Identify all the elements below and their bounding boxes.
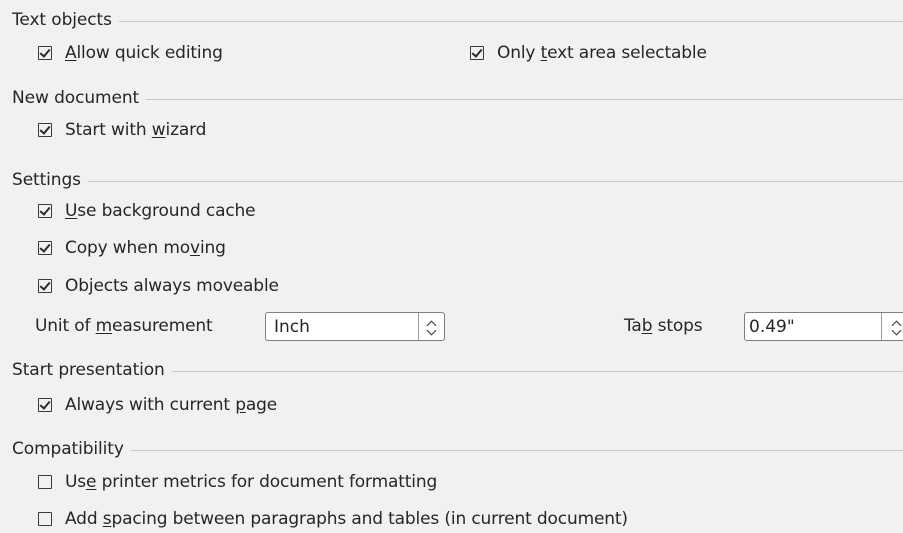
section-title-settings: Settings	[12, 170, 81, 190]
checkbox-unchecked-icon[interactable]	[38, 475, 52, 489]
objects-always-moveable-label: Objects always moveable	[65, 276, 279, 296]
copy-when-moving-label: Copy when moving	[65, 238, 226, 258]
select-toggle-button[interactable]	[418, 313, 444, 340]
use-printer-metrics-label: Use printer metrics for document formatt…	[65, 472, 438, 492]
only-text-area-selectable-checkbox[interactable]: Only text area selectable	[470, 41, 707, 65]
section-divider	[87, 180, 903, 182]
section-title-start-presentation: Start presentation	[12, 360, 165, 380]
add-spacing-checkbox[interactable]: Add spacing between paragraphs and table…	[38, 507, 628, 531]
unit-of-measurement-label: Unit of measurement	[35, 314, 213, 338]
unit-of-measurement-value: Inch	[274, 316, 310, 337]
copy-when-moving-checkbox[interactable]: Copy when moving	[38, 236, 226, 260]
unit-of-measurement-select[interactable]: Inch	[265, 312, 445, 341]
section-divider	[130, 449, 903, 451]
section-settings: Settings	[12, 168, 903, 192]
section-text-objects: Text objects	[12, 8, 903, 32]
section-title-new-document: New document	[12, 88, 140, 108]
section-start-presentation: Start presentation	[12, 358, 903, 382]
section-title-text-objects: Text objects	[12, 10, 112, 30]
add-spacing-label: Add spacing between paragraphs and table…	[65, 509, 628, 529]
tab-stops-label: Tab stops	[624, 314, 703, 338]
only-text-area-selectable-label: Only text area selectable	[497, 43, 707, 63]
always-with-current-page-checkbox[interactable]: Always with current page	[38, 393, 277, 417]
section-divider	[118, 20, 903, 22]
section-divider	[146, 98, 903, 100]
objects-always-moveable-checkbox[interactable]: Objects always moveable	[38, 274, 279, 298]
tab-stops-text: Tab stops	[624, 316, 703, 336]
allow-quick-editing-checkbox[interactable]: Allow quick editing	[38, 41, 223, 65]
use-background-cache-label: Use background cache	[65, 201, 256, 221]
checkbox-checked-icon[interactable]	[38, 123, 52, 137]
unit-of-measurement-text: Unit of measurement	[35, 316, 213, 336]
start-with-wizard-label: Start with wizard	[65, 120, 207, 140]
section-title-compatibility: Compatibility	[12, 439, 124, 459]
section-compatibility: Compatibility	[12, 437, 903, 461]
use-background-cache-checkbox[interactable]: Use background cache	[38, 199, 256, 223]
section-divider	[171, 370, 903, 372]
checkbox-checked-icon[interactable]	[38, 46, 52, 60]
use-printer-metrics-checkbox[interactable]: Use printer metrics for document formatt…	[38, 470, 437, 494]
allow-quick-editing-label: Allow quick editing	[65, 43, 223, 63]
checkbox-checked-icon[interactable]	[38, 398, 52, 412]
checkbox-checked-icon[interactable]	[38, 279, 52, 293]
spin-button[interactable]	[881, 313, 903, 340]
always-with-current-page-label: Always with current page	[65, 395, 278, 415]
tab-stops-value[interactable]: 0.49"	[745, 317, 881, 337]
checkbox-unchecked-icon[interactable]	[38, 512, 52, 526]
checkbox-checked-icon[interactable]	[470, 46, 484, 60]
checkbox-checked-icon[interactable]	[38, 241, 52, 255]
tab-stops-spinbox[interactable]: 0.49"	[744, 312, 903, 341]
checkbox-checked-icon[interactable]	[38, 204, 52, 218]
section-new-document: New document	[12, 86, 903, 110]
start-with-wizard-checkbox[interactable]: Start with wizard	[38, 118, 206, 142]
